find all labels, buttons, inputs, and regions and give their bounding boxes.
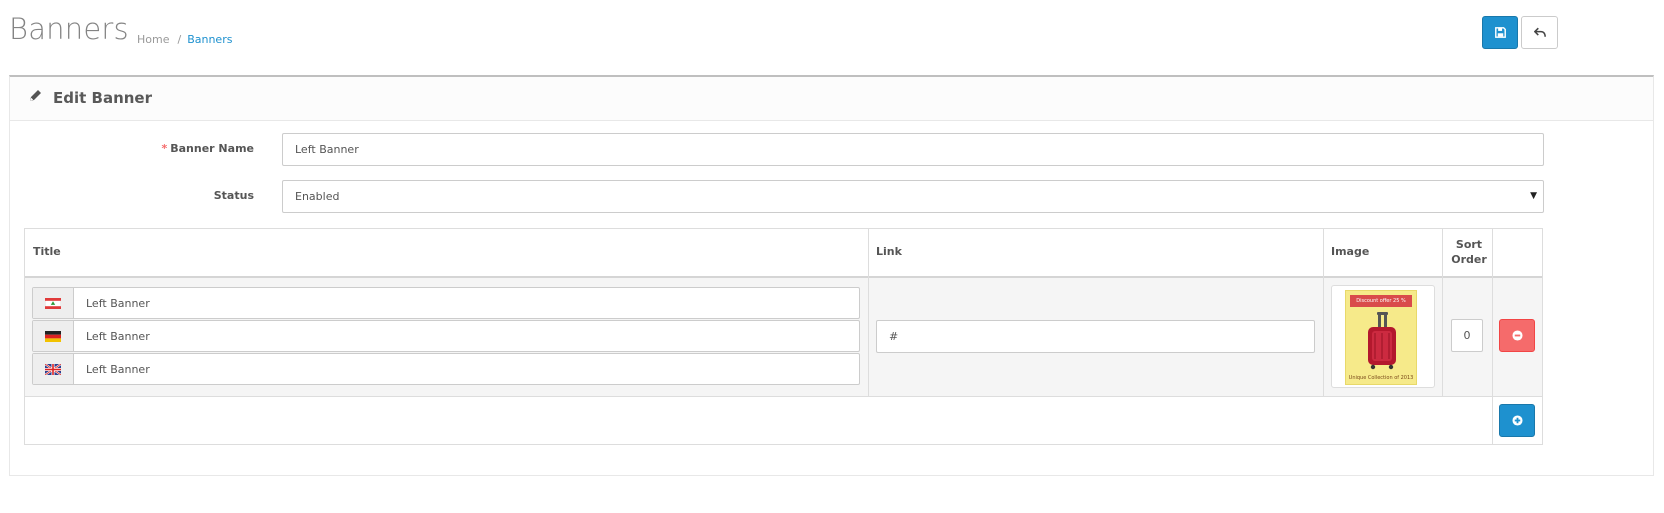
status-value: Enabled [295, 190, 340, 203]
status-label: Status [213, 189, 254, 202]
panel-title: Edit Banner [53, 89, 153, 107]
required-marker: * [161, 142, 168, 155]
suitcase-icon [1368, 312, 1396, 370]
column-divider [868, 229, 869, 397]
column-divider [1442, 229, 1443, 397]
language-addon [33, 321, 74, 351]
breadcrumb-home[interactable]: Home [137, 33, 169, 46]
title-input-lebanon[interactable]: Left Banner [74, 288, 859, 318]
pencil-icon [30, 90, 41, 101]
banner-name-label-text: Banner Name [170, 142, 254, 155]
column-header-sort-order: Sort Order [1451, 238, 1487, 266]
page-title: Banners [9, 12, 129, 46]
germany-flag-icon [45, 330, 61, 342]
back-button[interactable] [1521, 16, 1558, 49]
banner-image-caption-bottom: Unique Collection of 2013 [1348, 375, 1414, 381]
plus-circle-icon [1511, 415, 1523, 426]
banner-image-thumbnail[interactable]: Discount offer 25 % Unique Collection of… [1331, 285, 1435, 388]
banner-image-caption-top: Discount offer 25 % [1350, 295, 1412, 307]
title-input-group-uk[interactable]: Left Banner [32, 353, 860, 385]
lebanon-flag-icon [45, 297, 61, 309]
column-header-image: Image [1331, 245, 1370, 258]
sort-order-input[interactable]: 0 [1451, 319, 1483, 352]
save-button[interactable] [1482, 16, 1518, 49]
language-addon [33, 288, 74, 318]
add-image-button[interactable] [1499, 404, 1535, 437]
column-divider [1323, 229, 1324, 397]
reply-icon [1533, 27, 1546, 37]
title-input-germany[interactable]: Left Banner [74, 321, 859, 351]
chevron-down-icon: ▼ [1530, 191, 1537, 201]
uk-flag-icon [45, 363, 61, 375]
column-header-link: Link [876, 245, 902, 258]
banner-name-value: Left Banner [295, 143, 359, 156]
title-input-group-germany[interactable]: Left Banner [32, 320, 860, 352]
remove-image-button[interactable] [1499, 319, 1535, 352]
status-select[interactable]: Enabled ▼ [282, 180, 1544, 213]
save-icon [1494, 27, 1506, 38]
header-divider [25, 276, 1542, 278]
link-input[interactable]: # [876, 320, 1315, 353]
title-input-group-lebanon[interactable]: Left Banner [32, 287, 860, 319]
banner-images-table: Title Link Image Sort Order Left Banner [24, 228, 1543, 445]
link-value: # [889, 330, 899, 343]
title-input-uk[interactable]: Left Banner [74, 354, 859, 384]
breadcrumb-banners[interactable]: Banners [187, 33, 232, 46]
banner-image: Discount offer 25 % Unique Collection of… [1345, 290, 1417, 385]
banner-name-input[interactable]: Left Banner [282, 133, 1544, 166]
page-header: Banners Home / Banners [0, 0, 1664, 70]
language-addon [33, 354, 74, 384]
minus-circle-icon [1511, 330, 1523, 341]
panel-heading: Edit Banner [10, 77, 1653, 121]
breadcrumb-separator: / [177, 33, 182, 46]
breadcrumb: Home / Banners [137, 33, 232, 46]
column-divider [1492, 229, 1493, 445]
banner-name-label: * Banner Name [150, 142, 254, 155]
column-header-title: Title [33, 245, 61, 258]
row-divider [25, 396, 1542, 397]
